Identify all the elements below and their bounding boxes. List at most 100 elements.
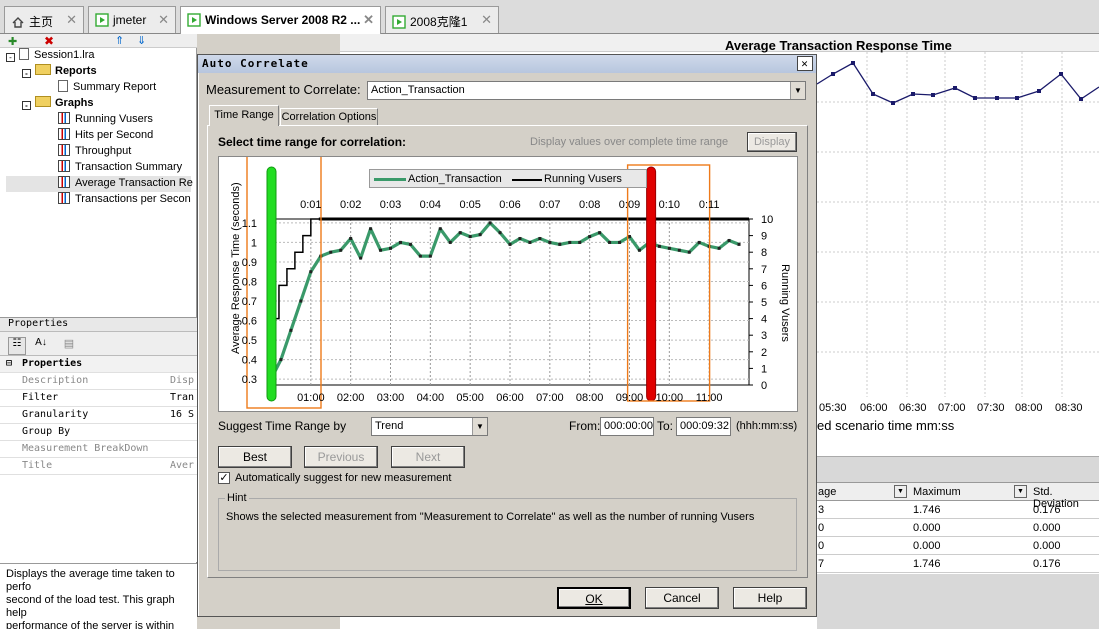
filter-dropdown-icon[interactable]: ▼ [1014, 485, 1027, 498]
tab-2008-clone[interactable]: 2008克隆1 ✕ [385, 6, 499, 33]
y-tick-label: 0.9 [242, 257, 257, 269]
tab-correlation-options[interactable]: Correlation Options [280, 108, 378, 126]
table-row[interactable]: 3 1.746 0.176 [817, 501, 1099, 519]
x-tick: 06:30 [899, 402, 927, 414]
sort-az-icon[interactable]: A↓ [32, 337, 50, 355]
table-row[interactable]: 0 0.000 0.000 [817, 519, 1099, 537]
tab-label: 2008克隆1 [410, 15, 468, 29]
collapse-icon[interactable]: ⊟ [6, 358, 12, 369]
tree-reports[interactable]: - Reports [6, 64, 191, 80]
chart-legend: Action_Transaction Running Vusers [369, 169, 647, 188]
y2-tick-label: 8 [761, 247, 767, 259]
previous-button[interactable]: Previous [304, 446, 378, 468]
tree-graphs[interactable]: - Graphs [6, 96, 191, 112]
add-icon[interactable]: ✚ [8, 35, 17, 48]
categorized-icon[interactable]: ☷ [8, 337, 26, 355]
table-row[interactable]: 0 0.000 0.000 [817, 537, 1099, 555]
tree-label: Average Transaction Re [75, 177, 193, 189]
collapse-icon[interactable]: - [22, 101, 31, 110]
property-row-filter[interactable]: Filter Tran [0, 390, 197, 407]
y2-tick-label: 7 [761, 264, 767, 276]
tree-summary-report[interactable]: Summary Report [6, 80, 191, 96]
property-row-granularity[interactable]: Granularity 16 S [0, 407, 197, 424]
y-tick-label: 0.7 [242, 296, 257, 308]
graph-splitter[interactable] [817, 456, 1099, 482]
table-row[interactable]: 7 1.746 0.176 [817, 555, 1099, 573]
display-button[interactable]: Display [747, 132, 797, 152]
top-tick-label: 0:10 [659, 199, 680, 211]
graph-pane-header [340, 34, 1099, 52]
property-value: Disp [170, 375, 195, 386]
property-row-title[interactable]: Title Aver [0, 458, 197, 475]
tree-session[interactable]: - Session1.lra [6, 48, 191, 64]
property-row-group-by[interactable]: Group By [0, 424, 197, 441]
property-pages-icon[interactable]: ▤ [60, 337, 78, 355]
close-icon[interactable]: ✕ [481, 12, 492, 28]
measurement-label: Measurement to Correlate: [206, 82, 361, 97]
to-label: To: [657, 419, 674, 433]
delete-icon[interactable]: ✖ [44, 34, 54, 48]
to-input[interactable]: 000:09:32 [676, 417, 731, 436]
collapse-icon[interactable]: - [22, 69, 31, 78]
data-point [578, 240, 582, 244]
close-icon[interactable]: ✕ [158, 12, 169, 28]
button-label: OK [585, 592, 603, 606]
chevron-down-icon[interactable]: ▼ [472, 418, 487, 435]
y2-tick-label: 9 [761, 231, 767, 243]
tab-windows-server[interactable]: Windows Server 2008 R2 ... ✕ [180, 6, 381, 34]
arrow-up-icon[interactable]: ⇑ [115, 34, 124, 47]
tree-label: Reports [55, 65, 97, 77]
time-format-label: (hhh:mm:ss) [736, 420, 798, 432]
select-range-label: Select time range for correlation: [218, 135, 407, 149]
chevron-down-icon[interactable]: ▼ [790, 82, 805, 99]
column-header[interactable]: age [818, 486, 836, 498]
property-row-measurement-breakdown[interactable]: Measurement BreakDown [0, 441, 197, 458]
y2-tick-label: 6 [761, 280, 767, 292]
close-icon[interactable]: ✕ [797, 56, 813, 71]
data-point [637, 248, 641, 252]
properties-section[interactable]: ⊟ Properties [0, 356, 197, 373]
bottom-tick-label: 06:00 [496, 392, 524, 404]
tab-time-range[interactable]: Time Range [209, 105, 279, 126]
top-tick-label: 0:11 [699, 199, 720, 211]
grid-body: 3 1.746 0.176 0 0.000 0.000 0 0.000 0.000 7 1.7… [817, 501, 1099, 573]
measurement-select[interactable]: Action_Transaction ▼ [367, 81, 806, 100]
correlation-chart[interactable]: 0:01 01:00 0:02 02:00 0:03 03:00 0:04 04:00 0:05… [218, 145, 798, 412]
tree-item-running-vusers[interactable]: Running Vusers [6, 112, 191, 128]
tab-jmeter[interactable]: jmeter ✕ [88, 6, 176, 33]
range-end-handle [646, 166, 657, 402]
data-point [418, 254, 422, 258]
filter-dropdown-icon[interactable]: ▼ [894, 485, 907, 498]
from-input[interactable]: 000:00:00 [600, 417, 654, 436]
help-button[interactable]: Help [733, 587, 807, 609]
column-header[interactable]: Maximum [913, 486, 961, 498]
legend-grid: age ▼ Maximum ▼ Std. Deviation 3 1.746 0.1… [817, 482, 1099, 574]
description-line: performance of the server is within acce [6, 620, 175, 629]
ok-button[interactable]: OK [557, 587, 631, 609]
tree-label: Transaction Summary [75, 161, 183, 173]
tab-label: jmeter [113, 13, 147, 27]
bottom-tick-label: 01:00 [297, 392, 325, 404]
arrow-down-icon[interactable]: ⇓ [137, 34, 146, 47]
close-icon[interactable]: ✕ [66, 12, 77, 28]
tree-item-transaction-summary[interactable]: Transaction Summary [6, 160, 191, 176]
tree-item-throughput[interactable]: Throughput [6, 144, 191, 160]
cancel-button[interactable]: Cancel [645, 587, 719, 609]
property-key: Granularity [22, 409, 89, 420]
property-row-description[interactable]: Description Disp [0, 373, 197, 390]
bottom-tick-label: 08:00 [576, 392, 604, 404]
tree-item-average-transaction[interactable]: Average Transaction Re [6, 176, 193, 192]
data-point [398, 240, 402, 244]
data-point [478, 233, 482, 237]
tree-item-transactions-per-second[interactable]: Transactions per Secon [6, 192, 191, 208]
suggest-by-select[interactable]: Trend ▼ [371, 417, 488, 436]
next-button[interactable]: Next [391, 446, 465, 468]
data-point [488, 221, 492, 225]
best-button[interactable]: Best [218, 446, 292, 468]
collapse-icon[interactable]: - [6, 53, 15, 62]
data-point [498, 231, 502, 235]
auto-suggest-checkbox[interactable]: ✓ [218, 472, 230, 484]
tab-home[interactable]: 主页 ✕ [4, 6, 84, 33]
tree-item-hits-per-second[interactable]: Hits per Second [6, 128, 191, 144]
close-icon[interactable]: ✕ [363, 12, 374, 28]
